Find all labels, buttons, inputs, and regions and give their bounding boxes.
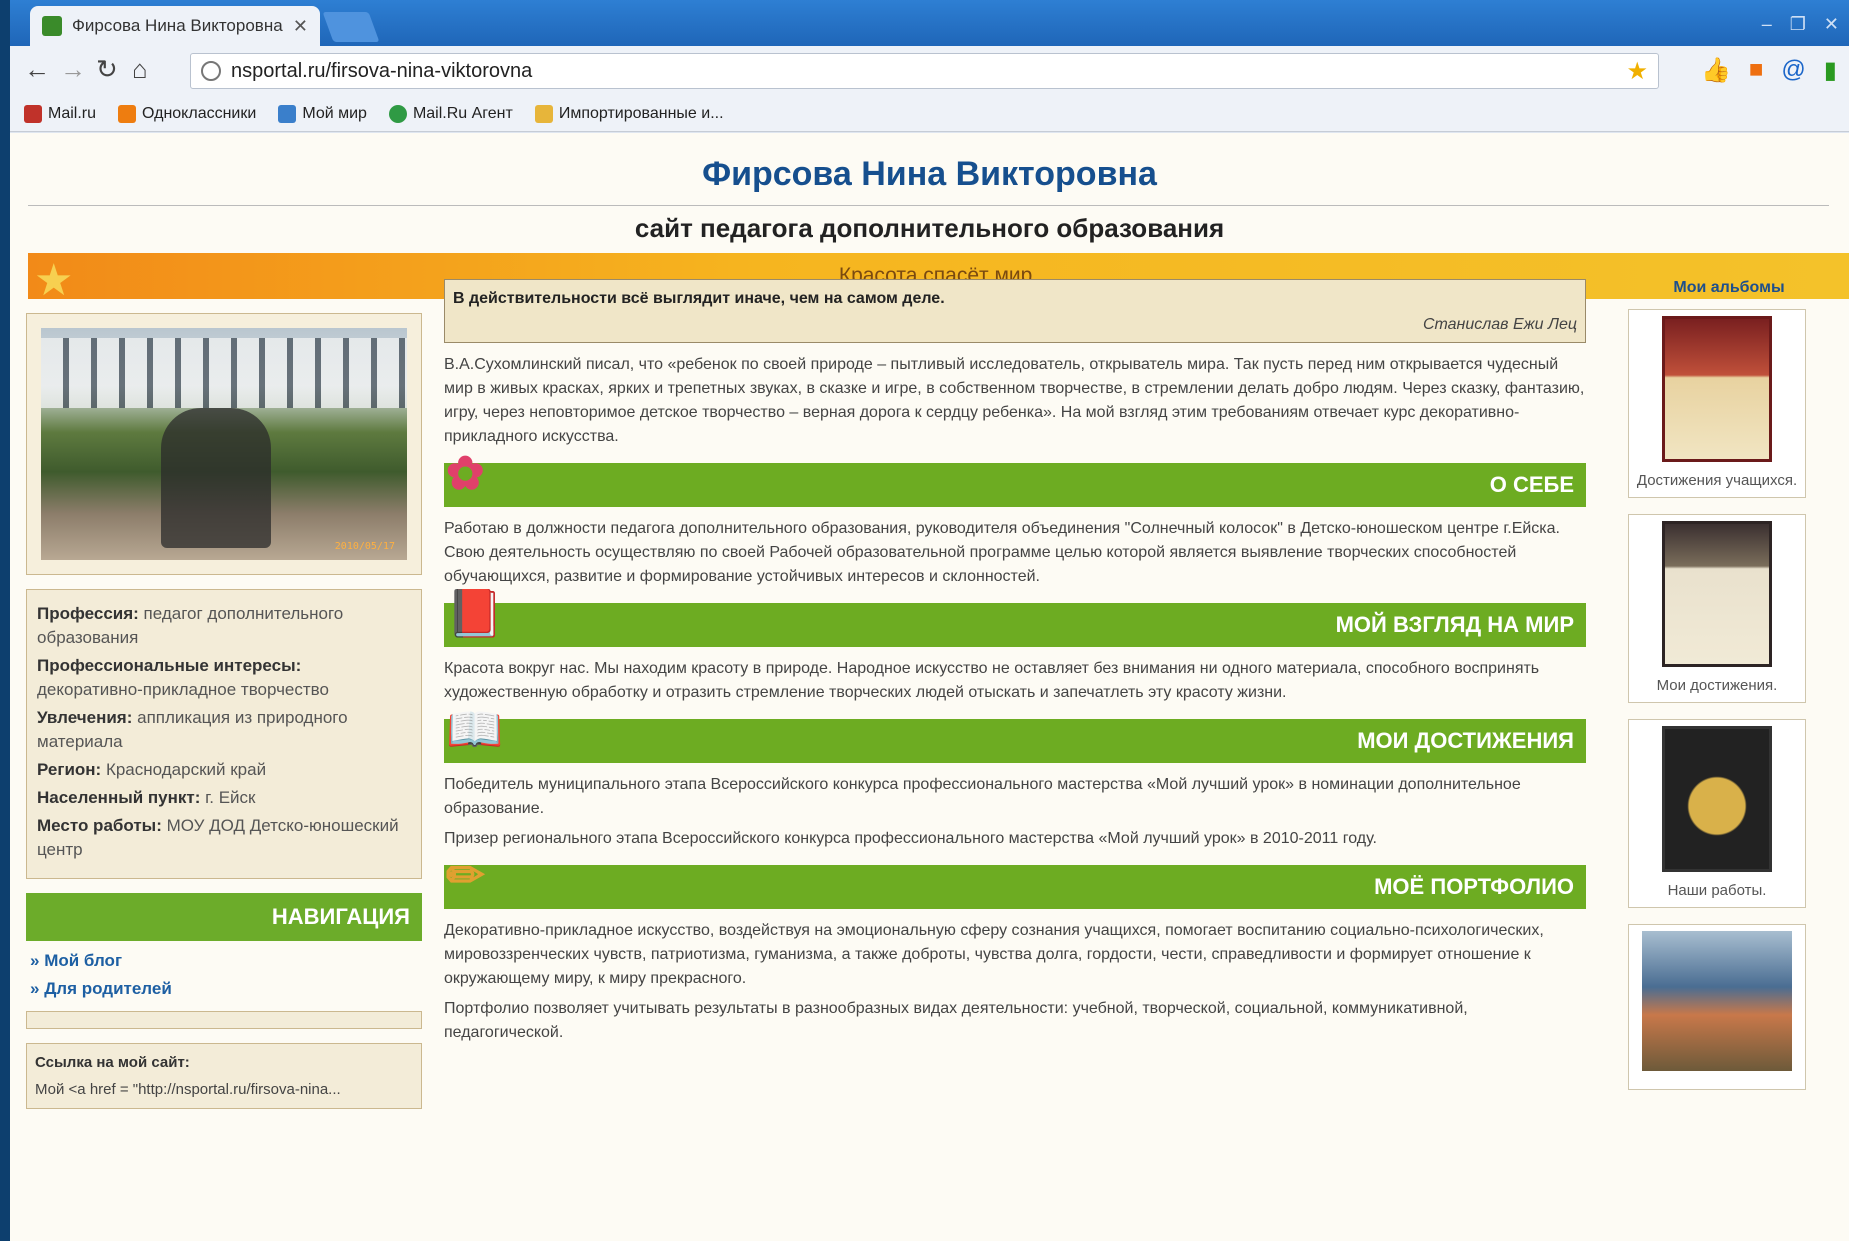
section-paragraph: Портфолио позволяет учитывать результаты… [444, 1000, 1468, 1041]
nav-link-parents[interactable]: Для родителей [30, 979, 422, 999]
album-caption[interactable]: Достижения учащихся. [1629, 472, 1805, 489]
section-title: МОИ ДОСТИЖЕНИЯ [1357, 728, 1574, 753]
odnoklassniki-extension-icon[interactable]: ■ [1749, 56, 1764, 85]
quote-author: Станислав Ежи Лец [1422, 316, 1577, 333]
signal-bars-icon[interactable]: ▮ [1824, 56, 1837, 85]
bookmark-item[interactable]: Mail.Ru Агент [388, 104, 513, 123]
photo-date: 2010/05/17 [334, 541, 395, 552]
profile-field: Населенный пункт: г. Ейск [37, 788, 256, 807]
section-banner-achievements: 📖 МОИ ДОСТИЖЕНИЯ [444, 703, 1586, 763]
mailru-agent-icon [388, 104, 407, 123]
mail-at-icon[interactable]: @ [1781, 56, 1805, 85]
profile-field: Увлечения: аппликация из природного мате… [37, 708, 348, 751]
section-paragraph: Красота вокруг нас. Мы находим красоту в… [444, 660, 1540, 701]
quote-text: В действительности всё выглядит иначе, ч… [453, 290, 945, 307]
tab-bar: Фирсова Нина Викторовна | ✕ – ❐ ✕ [10, 0, 1849, 46]
mailru-icon [24, 104, 42, 123]
site-link-label: Ссылка на мой сайт: [35, 1054, 190, 1071]
album-thumbnail[interactable] [1642, 931, 1792, 1071]
profile-info: Профессия: педагог дополнительного образ… [26, 589, 422, 879]
main-content: В действительности всё выглядит иначе, ч… [444, 279, 1586, 1241]
navigation-list: Мой блог Для родителей [26, 951, 422, 999]
section-paragraph: Победитель муниципального этапа Всеросси… [444, 776, 1521, 817]
window-controls: – ❐ ✕ [1762, 14, 1839, 35]
album-card[interactable]: Наши работы. [1628, 719, 1806, 908]
thumb-extension-icon[interactable]: 👍 [1701, 56, 1731, 85]
section-banner-portfolio: ✏ МОЁ ПОРТФОЛИО [444, 849, 1586, 909]
section-title: МОЙ ВЗГЛЯД НА МИР [1335, 612, 1574, 637]
album-thumbnail[interactable] [1662, 726, 1772, 872]
address-bar[interactable]: nsportal.ru/firsova-nina-viktorovna ★ [190, 53, 1659, 89]
close-tab-icon[interactable]: ✕ [293, 16, 308, 37]
new-tab-button[interactable] [322, 12, 380, 42]
album-caption[interactable]: Мои достижения. [1629, 677, 1805, 694]
section-title: МОЁ ПОРТФОЛИО [1374, 874, 1574, 899]
site-title[interactable]: Фирсова Нина Викторовна [10, 155, 1849, 194]
bookmark-item[interactable]: Одноклассники [118, 104, 256, 123]
nav-link-blog[interactable]: Мой блог [30, 951, 422, 971]
section-paragraph: Призер регионального этапа Всероссийског… [444, 830, 1377, 847]
site-link-box: Ссылка на мой сайт: Мой <a href = "http:… [26, 1043, 422, 1109]
navigation-header: НАВИГАЦИЯ [26, 893, 422, 941]
section-title: О СЕБЕ [1489, 472, 1574, 497]
photo-people [161, 408, 271, 548]
bookmarks-bar: Mail.ru Одноклассники Мой мир Mail.Ru Аг… [10, 96, 1849, 132]
album-card[interactable]: Мои достижения. [1628, 514, 1806, 703]
intro-paragraph: В.А.Сухомлинский писал, что «ребенок по … [444, 356, 1585, 445]
odnoklassniki-icon [118, 104, 137, 123]
bookmark-item[interactable]: Mail.ru [24, 104, 96, 123]
folder-icon [534, 104, 553, 123]
bookmark-item[interactable]: Мой мир [278, 104, 367, 123]
home-icon[interactable]: ⌂ [132, 54, 148, 85]
albums-title[interactable]: Мои альбомы [1614, 279, 1844, 297]
section-paragraph: Декоративно-прикладное искусство, воздей… [444, 922, 1544, 987]
album-thumbnail[interactable] [1662, 316, 1772, 462]
albums-sidebar: Мои альбомы Достижения учащихся. Мои дос… [1614, 279, 1844, 1241]
browser-tab[interactable]: Фирсова Нина Викторовна | ✕ [30, 6, 320, 46]
profile-field: Профессия: педагог дополнительного образ… [37, 604, 344, 647]
section-banner-about: ✿ О СЕБЕ [444, 447, 1586, 507]
tab-title: Фирсова Нина Викторовна | [72, 16, 283, 35]
photo-building [41, 338, 407, 408]
forward-arrow-icon[interactable]: → [60, 54, 86, 85]
extensions: 👍 ■ @ ▮ [1701, 56, 1837, 85]
pencil-cup-icon: ✏ [446, 849, 485, 901]
reload-icon[interactable]: ↻ [96, 54, 118, 85]
minimize-icon[interactable]: – [1762, 14, 1772, 35]
section-paragraph: Работаю в должности педагога дополнитель… [444, 520, 1560, 585]
browser-window: Фирсова Нина Викторовна | ✕ – ❐ ✕ ← → ↻ … [10, 0, 1849, 1241]
album-card[interactable] [1628, 924, 1806, 1090]
album-caption[interactable]: Наши работы. [1629, 882, 1805, 899]
web-page: Фирсова Нина Викторовна сайт педагога до… [10, 133, 1849, 1241]
bookmark-star-icon[interactable]: ★ [1626, 57, 1648, 86]
album-card[interactable]: Достижения учащихся. [1628, 309, 1806, 498]
divider [28, 205, 1829, 206]
site-subtitle: сайт педагога дополнительного образовани… [634, 213, 1225, 243]
site-link-code[interactable]: Мой <a href = "http://nsportal.ru/firsov… [35, 1081, 413, 1098]
album-thumbnail[interactable] [1662, 521, 1772, 667]
profile-field: Регион: Краснодарский край [37, 760, 267, 779]
browser-toolbar: ← → ↻ ⌂ nsportal.ru/firsova-nina-viktoro… [10, 46, 1849, 96]
bookmark-folder[interactable]: Импортированные и... [534, 104, 724, 123]
star-icon: ★ [34, 256, 74, 305]
close-window-icon[interactable]: ✕ [1824, 14, 1839, 35]
flower-icon: ✿ [446, 447, 485, 499]
moi-mir-icon [278, 104, 297, 123]
profile-photo[interactable]: 2010/05/17 [41, 328, 407, 560]
restore-icon[interactable]: ❐ [1790, 14, 1806, 35]
open-book-icon: 📖 [446, 703, 504, 755]
book-pencil-icon: 📕 [446, 587, 504, 639]
site-favicon-icon [42, 16, 62, 36]
profile-photo-frame: 2010/05/17 [26, 313, 422, 575]
profile-field: Место работы: МОУ ДОД Детско-юношеский ц… [37, 816, 399, 859]
left-sidebar: 2010/05/17 Профессия: педагог дополнител… [26, 313, 422, 1241]
empty-block [26, 1011, 422, 1029]
globe-icon [201, 61, 221, 81]
url-text[interactable]: nsportal.ru/firsova-nina-viktorovna [231, 60, 1616, 83]
quote-box: В действительности всё выглядит иначе, ч… [444, 279, 1586, 343]
profile-field: Профессиональные интересы: декоративно-п… [37, 656, 329, 699]
section-banner-worldview: 📕 МОЙ ВЗГЛЯД НА МИР [444, 587, 1586, 647]
back-arrow-icon[interactable]: ← [24, 54, 50, 85]
